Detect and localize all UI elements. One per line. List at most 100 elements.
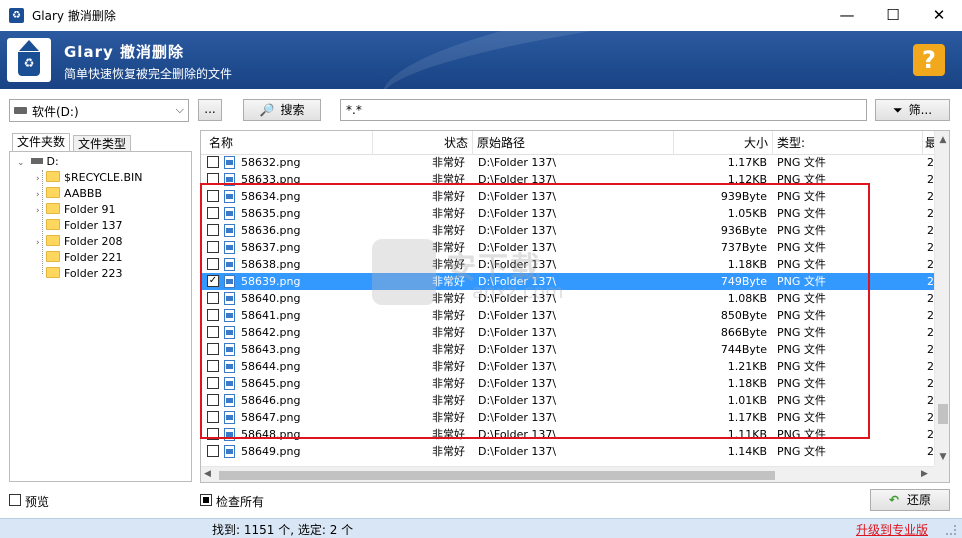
file-extra: 2	[927, 207, 934, 220]
folder-icon	[46, 251, 60, 262]
file-extra: 2	[927, 309, 934, 322]
header-title: Glary 撤消删除	[64, 43, 184, 61]
highlight-box	[200, 183, 870, 439]
column-header-state[interactable]: 状态	[373, 131, 473, 155]
file-state: 非常好	[432, 156, 465, 169]
file-extra: 2	[927, 326, 934, 339]
column-header-name[interactable]: 名称	[201, 131, 373, 155]
search-icon: 🔎	[259, 103, 275, 117]
folder-icon	[46, 171, 60, 182]
file-extra: 2	[927, 394, 934, 407]
maximize-button[interactable]: ☐	[870, 0, 916, 31]
file-extra: 2	[927, 275, 934, 288]
filter-icon: ⏷	[892, 103, 903, 117]
image-file-icon	[224, 156, 235, 169]
file-path: D:\Folder 137\	[478, 156, 557, 169]
app-icon: ♻	[9, 8, 24, 23]
vertical-scrollbar[interactable]: ▲ ▼	[934, 131, 949, 466]
browse-button[interactable]: ...	[198, 99, 222, 121]
file-size: 1.14KB	[727, 445, 767, 458]
list-header: 名称 状态 原始路径 大小 类型: 最	[201, 131, 934, 155]
scroll-down-icon[interactable]: ▼	[935, 452, 949, 462]
row-checkbox[interactable]	[207, 445, 219, 457]
close-button[interactable]: ✕	[916, 0, 962, 31]
restore-button[interactable]: ↶ 还原	[870, 489, 950, 511]
tree-item[interactable]: › AABBB	[36, 186, 102, 202]
collapse-icon[interactable]: ⌄	[17, 155, 27, 171]
file-extra: 2	[927, 224, 934, 237]
table-row[interactable]: 58649.png 非常好 D:\Folder 137\ 1.14KB PNG 文件 2	[201, 443, 934, 460]
folder-icon	[46, 203, 60, 214]
column-header-path[interactable]: 原始路径	[473, 131, 674, 155]
file-extra: 2	[927, 241, 934, 254]
check-all-label: 检查所有	[216, 495, 265, 509]
resize-grip-icon[interactable]	[946, 525, 956, 535]
file-extra: 2	[927, 428, 934, 441]
filter-button-label: 筛...	[908, 103, 933, 117]
chevron-right-icon[interactable]: ›	[36, 171, 46, 187]
folder-icon	[46, 267, 60, 278]
app-logo-icon: ♻	[7, 38, 51, 82]
tree-item[interactable]: Folder 221	[36, 250, 123, 266]
drive-select[interactable]: 软件(D:) ⌵	[9, 99, 189, 122]
table-row[interactable]: 58632.png 非常好 D:\Folder 137\ 1.17KB PNG 文件 2	[201, 154, 934, 171]
file-type: PNG 文件	[777, 156, 826, 169]
tree-item[interactable]: Folder 137	[36, 218, 123, 234]
upgrade-link[interactable]: 升级到专业版	[856, 521, 928, 538]
folder-icon	[46, 235, 60, 246]
scroll-right-icon[interactable]: ▶	[921, 469, 928, 479]
scroll-up-icon[interactable]: ▲	[935, 135, 949, 145]
tab-file-types[interactable]: 文件类型	[73, 135, 132, 151]
status-bar: 找到: 1151 个, 选定: 2 个 升级到专业版	[0, 518, 962, 538]
file-extra: 2	[927, 190, 934, 203]
check-all-checkbox[interactable]	[200, 494, 212, 506]
help-icon[interactable]: ?	[913, 44, 945, 76]
header-subtitle: 简单快速恢复被完全删除的文件	[64, 67, 233, 81]
file-path: D:\Folder 137\	[478, 445, 557, 458]
preview-checkbox[interactable]	[9, 494, 21, 506]
tree-item-label: Folder 208	[64, 235, 123, 248]
file-name: 58649.png	[241, 445, 301, 458]
tree-item-label: AABBB	[64, 187, 102, 200]
horizontal-scrollbar[interactable]: ◀ ▶	[201, 466, 934, 482]
tree-item[interactable]: Folder 223	[36, 266, 123, 282]
status-text: 找到: 1151 个, 选定: 2 个	[212, 523, 354, 537]
chevron-right-icon[interactable]: ›	[36, 203, 46, 219]
tree-item-label: Folder 223	[64, 267, 123, 280]
tab-folder-tree[interactable]: 文件夹数	[12, 133, 71, 152]
horizontal-scroll-thumb[interactable]	[219, 471, 775, 480]
column-header-type[interactable]: 类型:	[773, 131, 923, 155]
chevron-right-icon[interactable]: ›	[36, 187, 46, 203]
scroll-left-icon[interactable]: ◀	[204, 469, 211, 479]
chevron-right-icon[interactable]: ›	[36, 235, 46, 251]
tree-item[interactable]: › $RECYCLE.BIN	[36, 170, 142, 186]
drive-icon	[14, 107, 27, 114]
file-extra: 2	[927, 445, 934, 458]
tree-root-label: D:	[46, 155, 59, 168]
file-name: 58632.png	[241, 156, 301, 169]
image-file-icon	[224, 445, 235, 458]
window-title: Glary 撤消删除	[32, 9, 116, 23]
column-header-size[interactable]: 大小	[674, 131, 773, 155]
file-extra: 2	[927, 411, 934, 424]
file-extra: 2	[927, 292, 934, 305]
tree-item-label: $RECYCLE.BIN	[64, 171, 143, 184]
tree-item[interactable]: › Folder 91	[36, 202, 116, 218]
chevron-down-icon: ⌵	[175, 103, 184, 116]
vertical-scroll-thumb[interactable]	[938, 404, 948, 424]
tree-item[interactable]: › Folder 208	[36, 234, 123, 250]
tree-item-label: Folder 221	[64, 251, 123, 264]
header-banner: ♻ Glary 撤消删除 简单快速恢复被完全删除的文件 ?	[0, 31, 962, 89]
row-checkbox[interactable]	[207, 156, 219, 168]
file-extra: 2	[927, 156, 934, 169]
filter-button[interactable]: ⏷ 筛...	[875, 99, 950, 121]
file-extra: 2	[927, 258, 934, 271]
file-extra: 2	[927, 173, 934, 186]
search-button[interactable]: 🔎 搜索	[243, 99, 321, 121]
tree-root[interactable]: ⌄ D:	[17, 154, 59, 170]
column-header-more[interactable]: 最	[923, 131, 934, 155]
minimize-button[interactable]: —	[824, 0, 870, 31]
tree-item-label: Folder 91	[64, 203, 116, 216]
restore-icon: ↶	[888, 493, 900, 507]
file-pattern-input[interactable]	[340, 99, 867, 121]
